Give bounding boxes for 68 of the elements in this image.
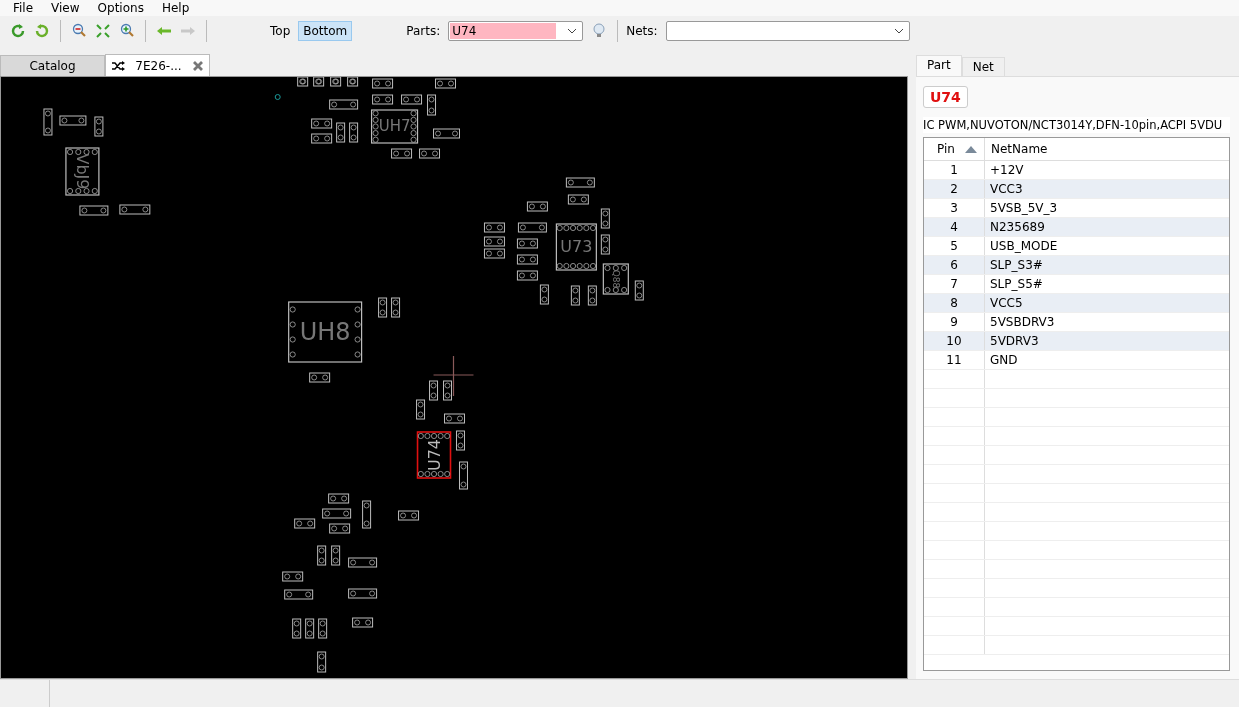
zoom-in-icon[interactable] (119, 23, 135, 39)
pin-number-cell: 3 (924, 199, 985, 217)
sort-ascending-icon (964, 145, 977, 153)
pin-number-cell: 5 (924, 237, 985, 255)
menu-item[interactable]: View (42, 1, 89, 15)
column-header[interactable]: NetName (985, 138, 1048, 160)
nets-label: Nets: (626, 24, 658, 38)
pin-number-cell: 7 (924, 275, 985, 293)
chip-footprint[interactable]: U73 (555, 223, 597, 271)
menu-item[interactable]: Help (152, 1, 199, 15)
net-name-cell-text: N235689 (989, 219, 1046, 236)
tab-label: 7E26-... (135, 58, 182, 73)
pin-number-cell: 9 (924, 313, 985, 331)
chip-footprint[interactable]: U74 (416, 431, 452, 479)
chip-footprint[interactable]: VbJ9 (65, 147, 100, 196)
parts-label: Parts: (406, 24, 441, 38)
net-name-cell-text: GND (989, 352, 1019, 369)
chip-footprint[interactable]: UH7 (371, 109, 419, 144)
pin-number-cell: 6 (924, 256, 985, 274)
chevron-down-icon (567, 28, 578, 34)
net-name-cell-text: USB_MODE (989, 238, 1059, 255)
zoom-out-icon[interactable] (71, 23, 87, 39)
chip-label: VbJ9 (72, 153, 92, 190)
pin-number-cell: 8 (924, 294, 985, 312)
chip-label: U73 (560, 237, 593, 257)
pin-number-cell: 11 (924, 351, 985, 369)
chip-label: UH7 (378, 117, 411, 136)
menu-item[interactable]: File (4, 1, 43, 15)
pcb-canvas[interactable]: VbJ9 UH7 U73 Q88 UH8 U74 (0, 76, 908, 679)
net-name-cell-text: 5VSBDRV3 (989, 314, 1056, 331)
tab-label: Catalog (29, 59, 76, 73)
net-name-cell-text: SLP_S5# (989, 276, 1044, 293)
net-name-cell-text: SLP_S3# (989, 257, 1044, 274)
menu-item[interactable]: Options (88, 1, 153, 15)
chip-label: Q88 (610, 269, 621, 289)
shuffle-icon (111, 60, 126, 71)
close-icon[interactable] (191, 59, 204, 72)
document-tab[interactable]: Catalog (0, 55, 105, 76)
crosshair-cursor (432, 355, 475, 397)
nets-combo[interactable] (665, 21, 910, 41)
net-name-cell-text: 5VDRV3 (989, 333, 1040, 350)
chevron-down-icon (893, 28, 904, 34)
chip-footprint[interactable]: UH8 (288, 301, 363, 363)
reload-icon[interactable] (34, 23, 50, 39)
layer-toggle-button[interactable]: Top (265, 21, 296, 41)
pin-number-cell: 10 (924, 332, 985, 350)
parts-combo[interactable]: U74 (448, 21, 584, 41)
chip-footprint[interactable]: Q88 (602, 263, 629, 295)
pin-number-cell: 4 (924, 218, 985, 236)
fit-view-icon[interactable] (95, 23, 111, 39)
chip-label: U74 (424, 438, 444, 472)
net-name-cell-text: 5VSB_5V_3 (989, 200, 1059, 217)
chip-label: UH8 (299, 318, 351, 346)
part-name-badge: U74 (923, 86, 968, 108)
column-header[interactable]: Pin (924, 138, 985, 160)
lightbulb-icon[interactable] (591, 23, 608, 39)
net-name-cell-text: VCC3 (989, 181, 1024, 198)
document-tab[interactable]: 7E26-... (105, 54, 210, 76)
panel-tab[interactable]: Net (961, 57, 1005, 76)
pin-number-cell: 2 (924, 180, 985, 198)
refresh-icon[interactable] (10, 23, 26, 39)
layer-toggle-button[interactable]: Bottom (298, 21, 353, 41)
net-name-cell-text: VCC5 (989, 295, 1024, 312)
via-marker (274, 94, 281, 100)
part-description: IC PWM,NUVOTON/NCT3014Y,DFN-10pin,ACPI 5VDU (923, 117, 1230, 133)
pin-number-cell: 1 (924, 161, 985, 179)
net-name-cell-text: +12V (989, 162, 1025, 179)
panel-tab[interactable]: Part (916, 55, 962, 76)
